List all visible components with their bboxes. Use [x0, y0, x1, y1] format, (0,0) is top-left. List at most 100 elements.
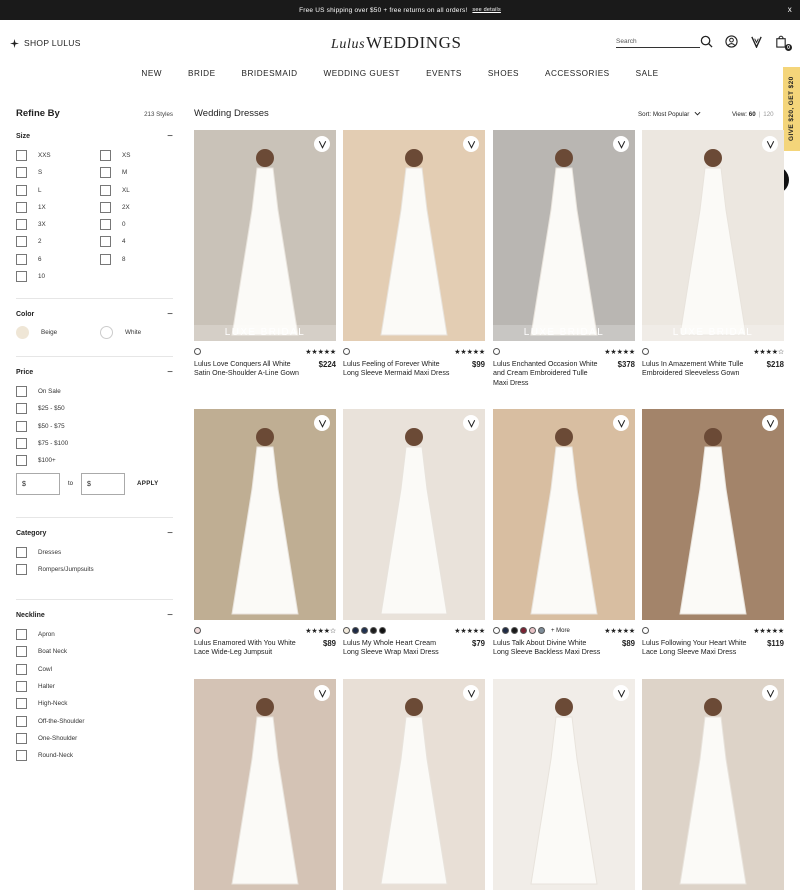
- color-swatch[interactable]: [379, 627, 386, 634]
- checkbox[interactable]: [16, 629, 27, 641]
- checkbox[interactable]: [16, 253, 27, 265]
- neckline-option[interactable]: High-Neck: [16, 698, 173, 710]
- nav-bride[interactable]: BRIDE: [175, 62, 229, 86]
- product-image[interactable]: [194, 409, 336, 620]
- size-option[interactable]: 10: [16, 271, 100, 283]
- wishlist-heart-icon[interactable]: [314, 136, 330, 152]
- neckline-collapse-toggle[interactable]: −: [167, 611, 173, 621]
- nav-accessories[interactable]: ACCESSORIES: [532, 62, 623, 86]
- price-max-input[interactable]: $: [81, 472, 126, 495]
- checkbox[interactable]: [100, 253, 111, 265]
- wishlist-heart-icon[interactable]: [613, 685, 629, 701]
- neckline-option[interactable]: Cowl: [16, 663, 173, 675]
- product-image[interactable]: [343, 130, 485, 341]
- checkbox[interactable]: [100, 219, 111, 231]
- nav-bridesmaid[interactable]: BRIDESMAID: [229, 62, 311, 86]
- checkbox[interactable]: [16, 403, 27, 415]
- checkbox[interactable]: [16, 386, 27, 398]
- price-apply-button[interactable]: APPLY: [137, 480, 159, 487]
- checkbox[interactable]: [16, 750, 27, 762]
- product-card[interactable]: + More ★★★★★ Lulus Talk About Divine White…: [493, 409, 635, 658]
- product-card[interactable]: [642, 679, 784, 890]
- checkbox[interactable]: [16, 420, 27, 432]
- size-option[interactable]: XS: [100, 150, 170, 161]
- checkbox[interactable]: [16, 219, 27, 231]
- promo-details-link[interactable]: see details: [472, 7, 501, 13]
- wishlist-icon[interactable]: [750, 35, 764, 49]
- checkbox[interactable]: [16, 715, 27, 727]
- color-swatch[interactable]: [642, 348, 649, 355]
- product-card[interactable]: [194, 679, 336, 890]
- wishlist-heart-icon[interactable]: [613, 136, 629, 152]
- product-image[interactable]: LUXE BRIDAL: [493, 130, 635, 341]
- product-card[interactable]: LUXE BRIDAL ★★★★★ Lulus Enchanted Occasion…: [493, 130, 635, 388]
- color-swatch[interactable]: [100, 326, 113, 340]
- checkbox[interactable]: [100, 236, 111, 248]
- product-image[interactable]: LUXE BRIDAL: [194, 130, 336, 341]
- neckline-option[interactable]: One-Shoulder: [16, 732, 173, 744]
- checkbox[interactable]: [16, 150, 27, 161]
- cart-icon[interactable]: 0: [775, 35, 792, 51]
- product-image[interactable]: [642, 679, 784, 890]
- category-collapse-toggle[interactable]: −: [167, 528, 173, 538]
- color-swatch[interactable]: [502, 627, 509, 634]
- size-collapse-toggle[interactable]: −: [167, 132, 173, 142]
- checkbox[interactable]: [16, 698, 27, 710]
- wishlist-heart-icon[interactable]: [463, 685, 479, 701]
- view-120-option[interactable]: 120: [763, 111, 773, 118]
- sort-dropdown[interactable]: Sort: Most Popular: [638, 111, 701, 118]
- checkbox[interactable]: [100, 167, 111, 179]
- product-image[interactable]: [343, 409, 485, 620]
- color-swatch[interactable]: [352, 627, 359, 634]
- logo[interactable]: LulusWEDDINGS: [331, 33, 462, 53]
- category-option[interactable]: Rompers/Jumpsuits: [16, 563, 173, 575]
- color-swatch[interactable]: [343, 627, 350, 634]
- wishlist-heart-icon[interactable]: [762, 685, 778, 701]
- product-image[interactable]: [194, 679, 336, 890]
- color-option-white[interactable]: White: [100, 326, 170, 340]
- wishlist-heart-icon[interactable]: [463, 136, 479, 152]
- checkbox[interactable]: [16, 546, 27, 558]
- color-swatch[interactable]: [194, 627, 201, 634]
- product-image[interactable]: LUXE BRIDAL: [642, 130, 784, 341]
- checkbox[interactable]: [16, 732, 27, 744]
- size-option[interactable]: XXS: [16, 150, 100, 161]
- color-swatch[interactable]: [529, 627, 536, 634]
- wishlist-heart-icon[interactable]: [613, 415, 629, 431]
- search-input[interactable]: Search: [616, 38, 700, 48]
- view-60-option[interactable]: 60: [749, 111, 756, 118]
- color-swatch[interactable]: [520, 627, 527, 634]
- checkbox[interactable]: [16, 167, 27, 179]
- account-icon[interactable]: [725, 35, 739, 49]
- checkbox[interactable]: [100, 184, 111, 196]
- color-swatch[interactable]: [642, 627, 649, 634]
- color-option-beige[interactable]: Beige: [16, 326, 100, 340]
- checkbox[interactable]: [16, 184, 27, 196]
- product-image[interactable]: [493, 409, 635, 620]
- price-option[interactable]: $25 - $50: [16, 403, 173, 415]
- neckline-option[interactable]: Off-the-Shoulder: [16, 715, 173, 727]
- color-collapse-toggle[interactable]: −: [167, 310, 173, 320]
- product-image[interactable]: [493, 679, 635, 890]
- category-option[interactable]: Dresses: [16, 546, 173, 558]
- color-swatch[interactable]: [511, 627, 518, 634]
- price-option[interactable]: $100+: [16, 455, 173, 467]
- checkbox[interactable]: [16, 681, 27, 693]
- size-option[interactable]: M: [100, 167, 170, 179]
- checkbox[interactable]: [100, 201, 111, 213]
- checkbox[interactable]: [100, 150, 111, 161]
- product-name[interactable]: Lulus Talk About Divine White Long Sleev…: [493, 639, 603, 658]
- product-card[interactable]: ★★★★★ Lulus Feeling of Forever White Long…: [343, 130, 485, 379]
- price-option[interactable]: On Sale: [16, 386, 173, 398]
- product-card[interactable]: ★★★★★ Lulus Following Your Heart White La…: [642, 409, 784, 658]
- price-collapse-toggle[interactable]: −: [167, 368, 173, 378]
- more-colors-link[interactable]: + More: [551, 628, 570, 634]
- size-option[interactable]: 4: [100, 236, 170, 248]
- product-name[interactable]: Lulus My Whole Heart Cream Long Sleeve W…: [343, 639, 453, 658]
- nav-wedding-guest[interactable]: WEDDING GUEST: [311, 62, 414, 86]
- product-card[interactable]: LUXE BRIDAL ★★★★☆ Lulus In Amazement White…: [642, 130, 784, 379]
- nav-shoes[interactable]: SHOES: [475, 62, 532, 86]
- product-card[interactable]: LUXE BRIDAL ★★★★★ Lulus Love Conquers All …: [194, 130, 336, 379]
- neckline-option[interactable]: Round-Neck: [16, 750, 173, 762]
- product-card[interactable]: ★★★★☆ Lulus Enamored With You White Lace …: [194, 409, 336, 658]
